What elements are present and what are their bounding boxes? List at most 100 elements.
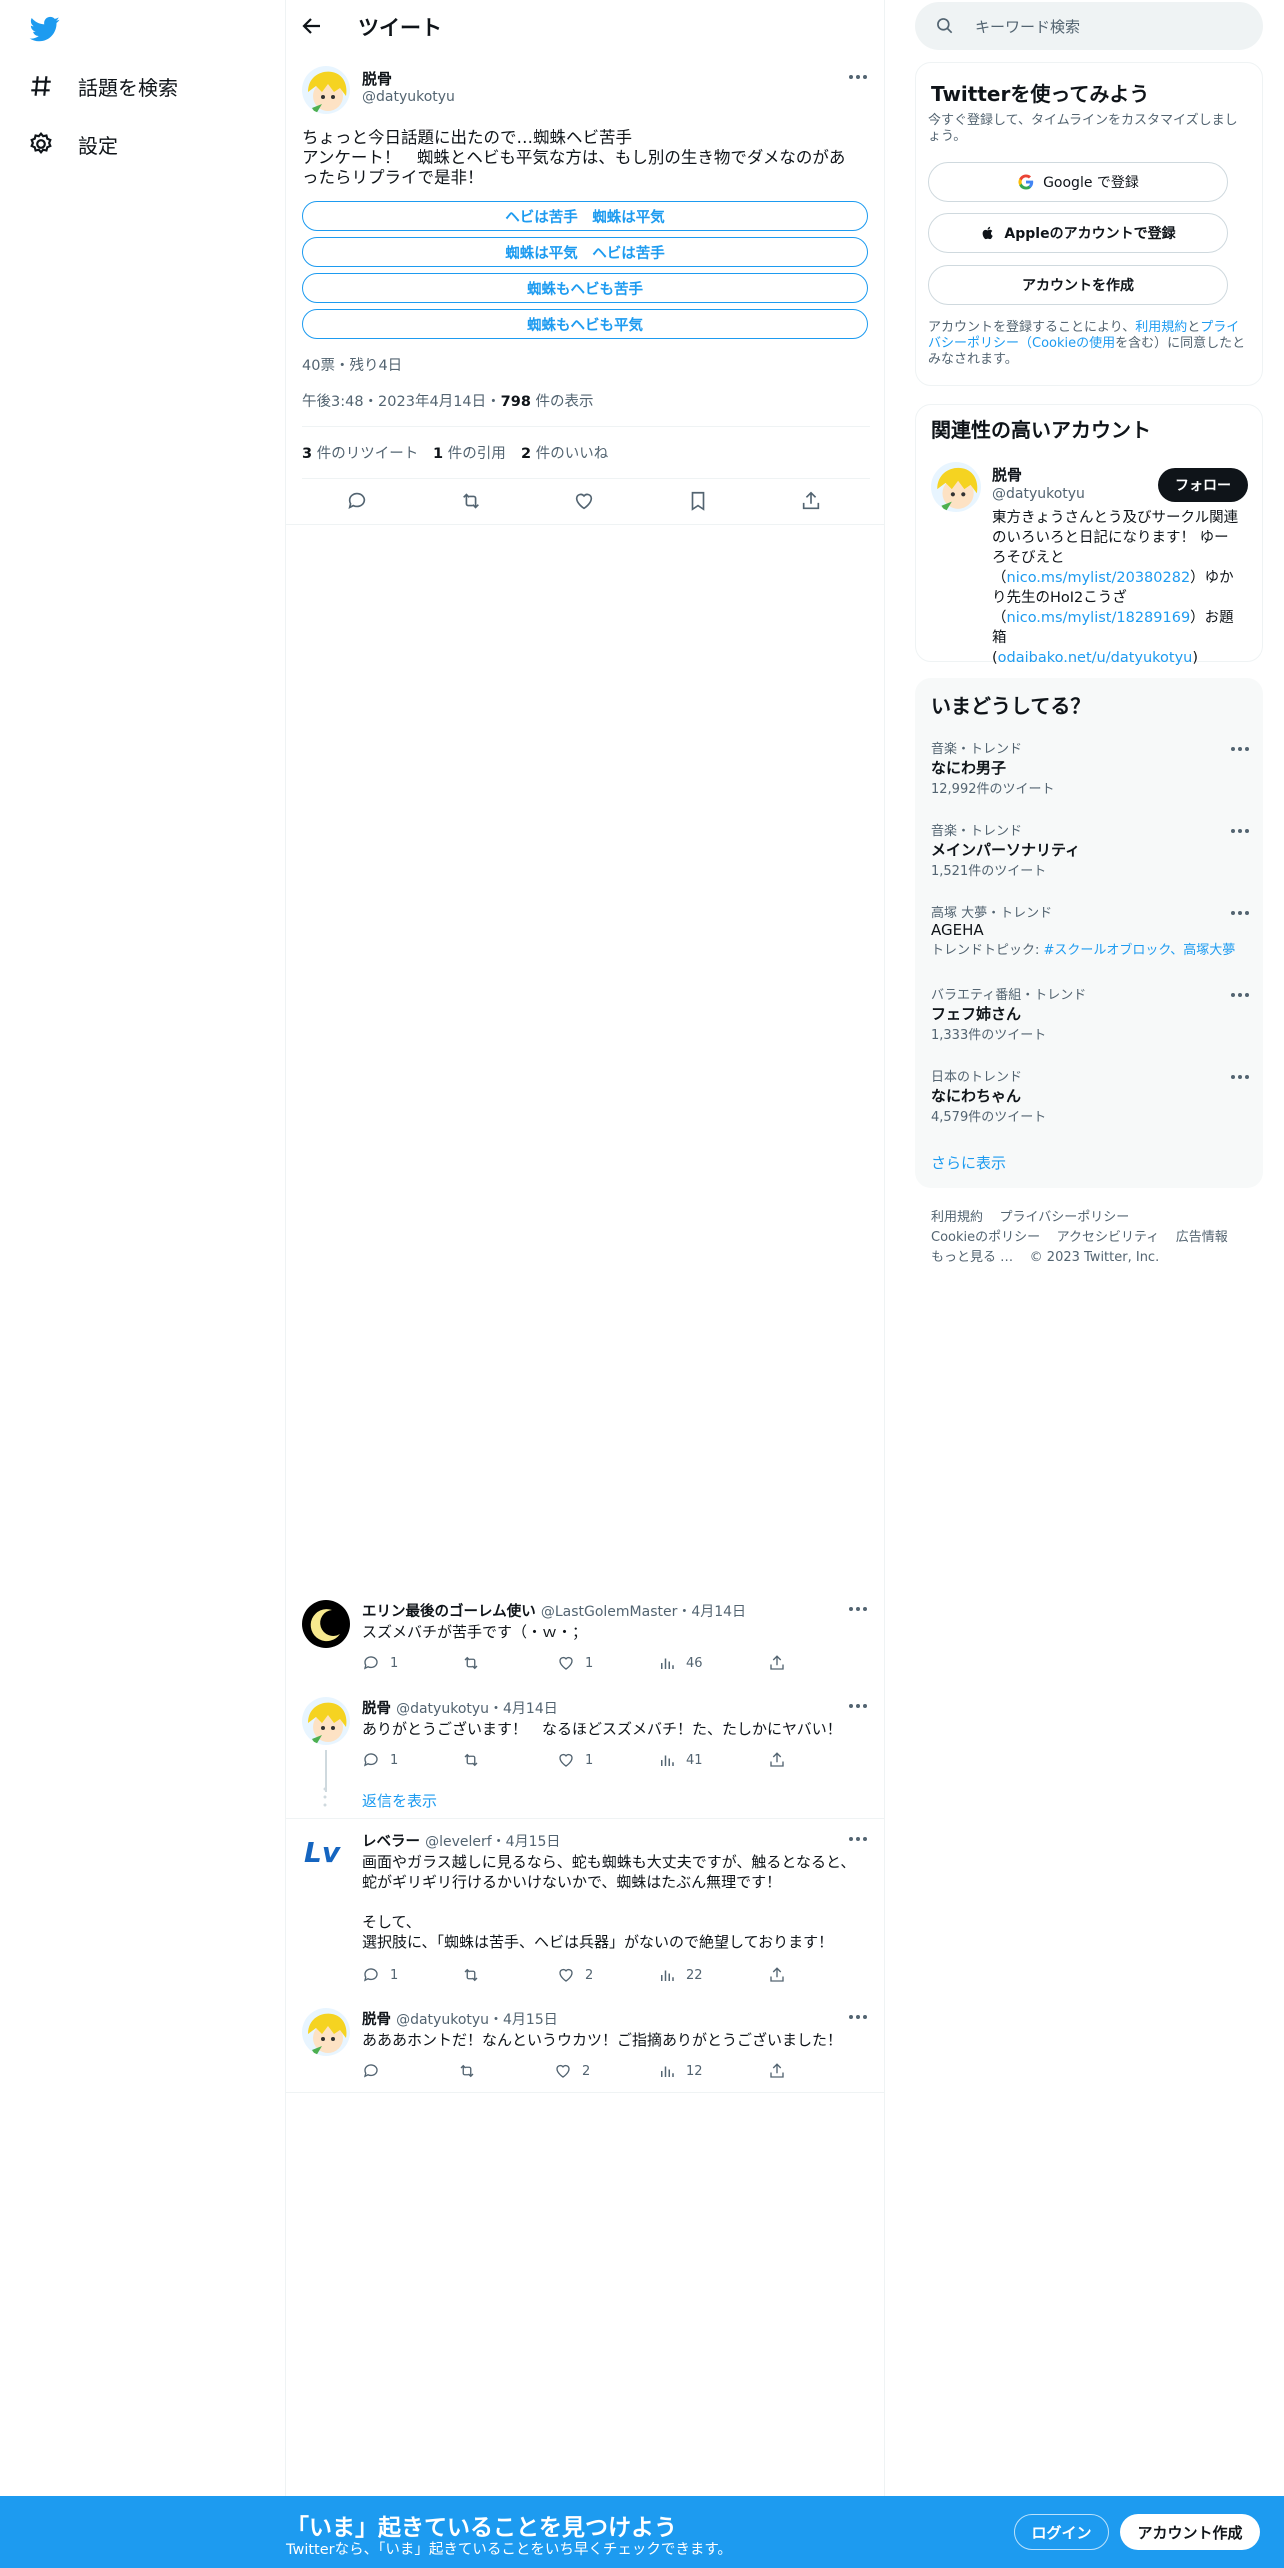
- like-action[interactable]: 1: [557, 1654, 593, 1672]
- footer-more-link[interactable]: もっと見る …: [931, 1250, 1013, 1265]
- search-input[interactable]: キーワード検索: [975, 16, 1080, 37]
- reply-action[interactable]: 1: [362, 1966, 398, 1984]
- reply-meta[interactable]: @LastGolemMaster・4月14日: [541, 1604, 746, 1620]
- reply-action[interactable]: 1: [362, 1751, 398, 1769]
- trend-topic-links[interactable]: #スクールオブロック、高塚大夢: [1044, 943, 1236, 958]
- share-action[interactable]: [768, 2062, 786, 2080]
- avatar[interactable]: [302, 2008, 350, 2056]
- signup-card-subtitle: 今すぐ登録して、タイムラインをカスタマイズしまし ょう。: [928, 113, 1248, 145]
- trend-name: AGEHA: [931, 921, 984, 939]
- bio-link[interactable]: nico.ms/mylist/18289169: [1007, 610, 1191, 626]
- show-replies-link[interactable]: 返信を表示: [362, 1790, 437, 1811]
- like-action-icon[interactable]: [573, 490, 595, 512]
- privacy-link[interactable]: プライ: [1200, 320, 1239, 335]
- views-action[interactable]: 12: [658, 2062, 703, 2080]
- timestamp-text[interactable]: 午後3:48・2023年4月14日・: [302, 394, 501, 410]
- trend-item[interactable]: 音楽・トレンド なにわ男子 12,992件のツイート: [931, 738, 1251, 797]
- trend-item[interactable]: 日本のトレンド なにわちゃん 4,579件のツイート: [931, 1066, 1251, 1125]
- more-options-icon[interactable]: [848, 2014, 868, 2020]
- footer-terms-link[interactable]: 利用規約: [931, 1210, 983, 1225]
- poll-option[interactable]: 蜘蛛は平気 ヘビは苦手: [302, 237, 868, 267]
- footer-privacy-link[interactable]: プライバシーポリシー: [1000, 1210, 1130, 1225]
- more-options-icon[interactable]: [1230, 992, 1250, 998]
- more-options-icon[interactable]: [848, 1836, 868, 1842]
- avatar[interactable]: [302, 1697, 350, 1745]
- more-options-icon[interactable]: [848, 1703, 868, 1709]
- retweet-action-icon[interactable]: [460, 490, 482, 512]
- like-action[interactable]: 2: [557, 1966, 593, 1984]
- twitter-logo-icon[interactable]: [28, 14, 62, 44]
- views-action[interactable]: 22: [658, 1966, 703, 1984]
- retweet-action[interactable]: [462, 1654, 480, 1672]
- cookie-link[interactable]: （Cookieの使用: [1019, 336, 1115, 351]
- views-count: 46: [686, 1655, 703, 1671]
- views-action[interactable]: 46: [658, 1654, 703, 1672]
- nav-settings[interactable]: 設定: [28, 124, 118, 164]
- poll-option[interactable]: ヘビは苦手 蜘蛛は平気: [302, 201, 868, 231]
- related-account-name[interactable]: 脱骨: [992, 464, 1022, 485]
- author-handle[interactable]: @datyukotyu: [362, 89, 455, 105]
- poll-option[interactable]: 蜘蛛もヘビも苦手: [302, 273, 868, 303]
- like-action[interactable]: 1: [557, 1751, 593, 1769]
- quotes-stat[interactable]: 1 件の引用: [433, 442, 506, 463]
- reply-author-name[interactable]: エリン最後のゴーレム使い: [362, 1604, 536, 1620]
- trend-item[interactable]: バラエティ番組・トレンド フェフ姉さん 1,333件のツイート: [931, 984, 1251, 1043]
- reply-meta[interactable]: @levelerf・4月15日: [425, 1834, 560, 1850]
- likes-stat[interactable]: 2 件のいいね: [521, 442, 608, 463]
- reply-meta[interactable]: @datyukotyu・4月15日: [396, 2012, 558, 2028]
- avatar[interactable]: [931, 462, 981, 512]
- trend-item[interactable]: 音楽・トレンド メインパーソナリティ 1,521件のツイート: [931, 820, 1251, 879]
- retweet-action[interactable]: [458, 2062, 476, 2080]
- login-button[interactable]: ログイン: [1014, 2514, 1109, 2550]
- reply-action[interactable]: 1: [362, 1654, 398, 1672]
- bio-link[interactable]: odaibako.net/u/datyukotyu: [998, 650, 1193, 666]
- reply-author-name[interactable]: 脱骨: [362, 1701, 391, 1717]
- signup-subtitle-line: ょう。: [928, 129, 967, 144]
- share-action[interactable]: [768, 1966, 786, 1984]
- avatar[interactable]: [302, 1600, 350, 1648]
- bio-link[interactable]: nico.ms/mylist/20380282: [1007, 570, 1191, 586]
- more-options-icon[interactable]: [1230, 1074, 1250, 1080]
- retweets-stat[interactable]: 3 件のリツイート: [302, 442, 418, 463]
- apple-signup-button[interactable]: Appleのアカウントで登録: [928, 213, 1228, 253]
- share-action[interactable]: [768, 1654, 786, 1672]
- google-signup-button[interactable]: Google で登録: [928, 162, 1228, 202]
- svg-text:Lv: Lv: [304, 1836, 341, 1869]
- more-options-icon[interactable]: [1230, 746, 1250, 752]
- footer-ads-link[interactable]: 広告情報: [1176, 1230, 1228, 1245]
- more-options-icon[interactable]: [1230, 828, 1250, 834]
- bookmark-action-icon[interactable]: [687, 490, 709, 512]
- retweet-action[interactable]: [462, 1966, 480, 1984]
- reply-action-icon[interactable]: [346, 490, 368, 512]
- reply-meta[interactable]: @datyukotyu・4月14日: [396, 1701, 558, 1717]
- reply-author-name[interactable]: 脱骨: [362, 2012, 391, 2028]
- trend-item[interactable]: 高塚 大夢・トレンド AGEHA トレンドトピック: #スクールオブロック、高塚…: [931, 902, 1261, 958]
- privacy-link[interactable]: バシーポリシー: [928, 336, 1019, 351]
- share-action[interactable]: [768, 1751, 786, 1769]
- poll-option[interactable]: 蜘蛛もヘビも平気: [302, 309, 868, 339]
- views-action[interactable]: 41: [658, 1751, 703, 1769]
- footer-cookie-link[interactable]: Cookieのポリシー: [931, 1230, 1040, 1245]
- signup-button[interactable]: アカウント作成: [1120, 2514, 1260, 2550]
- terms-link[interactable]: 利用規約: [1135, 320, 1187, 335]
- related-account-handle[interactable]: @datyukotyu: [992, 486, 1085, 502]
- show-more-link[interactable]: さらに表示: [931, 1152, 1006, 1173]
- nav-explore[interactable]: 話題を検索: [28, 66, 178, 106]
- more-options-icon[interactable]: [1230, 910, 1250, 916]
- like-action[interactable]: 2: [554, 2062, 590, 2080]
- back-arrow-icon[interactable]: [300, 14, 324, 38]
- more-options-icon[interactable]: [848, 74, 868, 80]
- more-options-icon[interactable]: [848, 1606, 868, 1612]
- retweet-action[interactable]: [462, 1751, 480, 1769]
- create-account-button[interactable]: アカウントを作成: [928, 265, 1228, 305]
- avatar[interactable]: [302, 66, 350, 114]
- footer-accessibility-link[interactable]: アクセシビリティ: [1057, 1230, 1160, 1245]
- reply-author-name[interactable]: レベラー: [362, 1834, 420, 1850]
- share-action-icon[interactable]: [800, 490, 822, 512]
- reply-action[interactable]: [362, 2062, 380, 2080]
- trend-count: 12,992件のツイート: [931, 782, 1055, 797]
- follow-button[interactable]: フォロー: [1158, 468, 1248, 502]
- author-name[interactable]: 脱骨: [362, 68, 392, 89]
- avatar[interactable]: Lv: [302, 1828, 350, 1876]
- search-box[interactable]: キーワード検索: [915, 2, 1263, 50]
